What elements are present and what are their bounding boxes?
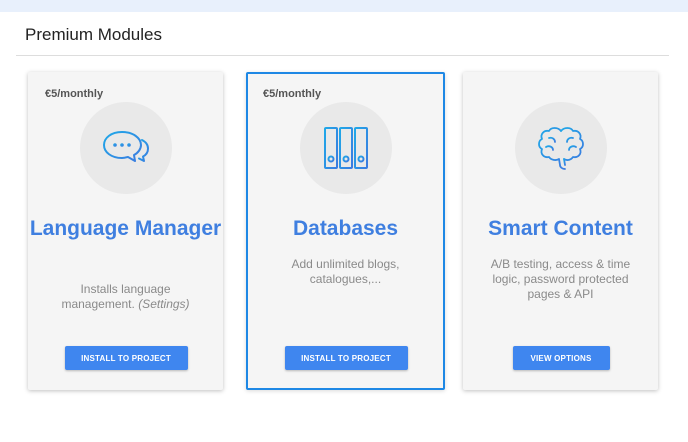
card-title: Smart Content: [488, 217, 633, 240]
view-options-button[interactable]: VIEW OPTIONS: [512, 346, 610, 370]
panel-header: Premium Modules: [16, 12, 669, 56]
chat-bubbles-icon: [102, 131, 149, 162]
card-description: Add unlimited blogs, catalogues,...: [291, 257, 400, 286]
panel-title: Premium Modules: [25, 25, 162, 44]
icon-circle: [79, 102, 172, 194]
card-description: Installs language management. (Settings): [50, 282, 201, 312]
module-card-language-manager: €5/monthly Language Manager Installs lan…: [28, 72, 223, 390]
card-description: A/B testing, access & time logic, passwo…: [490, 257, 631, 301]
price-label: €5/monthly: [263, 88, 322, 100]
module-card-databases: €5/monthly Databases Add unlimited blogs…: [246, 72, 445, 390]
settings-note: (Settings): [138, 297, 190, 311]
icon-circle: [299, 102, 392, 194]
database-binders-icon: [323, 127, 368, 169]
price-label: €5/monthly: [45, 88, 104, 100]
brain-icon: [537, 127, 584, 170]
install-to-project-button[interactable]: INSTALL TO PROJECT: [64, 346, 188, 370]
card-title: Databases: [292, 217, 399, 240]
install-to-project-button[interactable]: INSTALL TO PROJECT: [284, 346, 408, 370]
module-card-smart-content: Smart Content A/B testing, access & time…: [463, 72, 658, 390]
card-title: Language Manager: [29, 217, 222, 240]
icon-circle: [514, 102, 607, 194]
